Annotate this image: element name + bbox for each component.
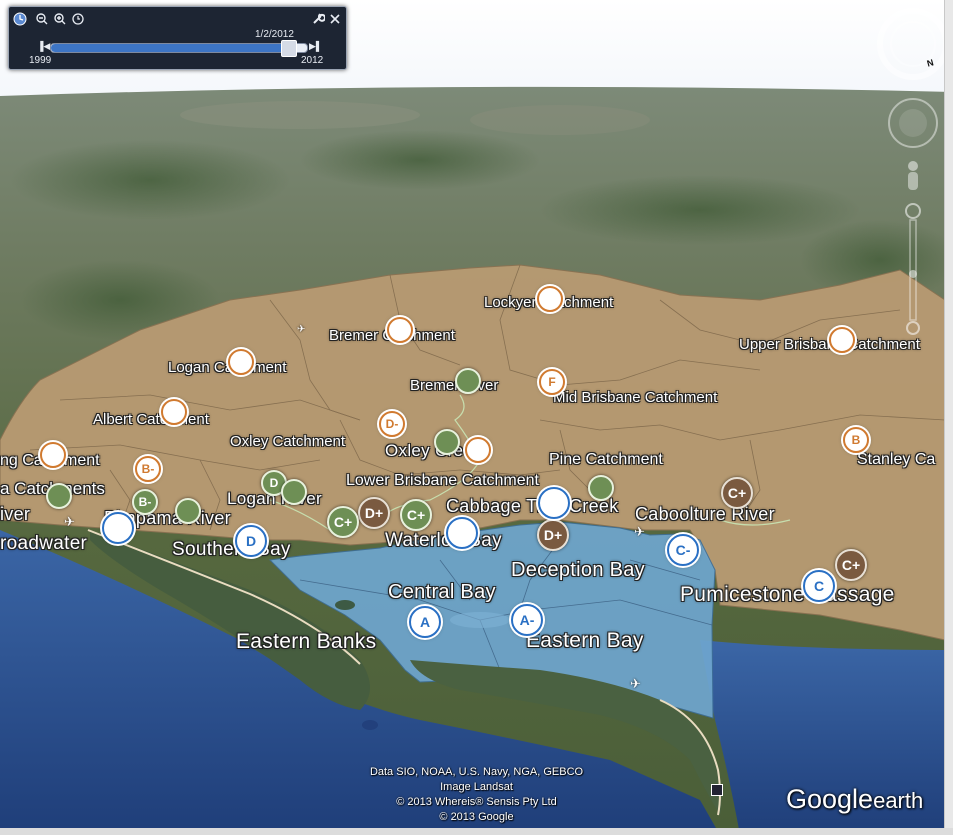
attribution-line: Data SIO, NOAA, U.S. Navy, NGA, GEBCO: [369, 766, 584, 778]
sandbank: [450, 612, 510, 628]
bottom-edge: [0, 828, 953, 835]
grade-marker[interactable]: A-: [511, 604, 543, 636]
grade-marker[interactable]: [228, 349, 254, 375]
grade-marker[interactable]: [434, 429, 460, 455]
grade-marker[interactable]: C: [803, 570, 835, 602]
grade-marker[interactable]: A: [409, 606, 441, 638]
grade-marker[interactable]: B-: [132, 489, 158, 515]
label-central-bay[interactable]: Central Bay: [388, 582, 496, 602]
logo-word-earth: earth: [873, 788, 924, 813]
grade-marker[interactable]: [588, 475, 614, 501]
label-pumicestone-passage[interactable]: Pumicestone Passage: [680, 584, 895, 605]
grade-marker[interactable]: [537, 286, 563, 312]
zoom-slider[interactable]: [905, 203, 921, 335]
grade-marker[interactable]: [465, 437, 491, 463]
grade-marker[interactable]: [829, 327, 855, 353]
vertical-scrollbar[interactable]: [944, 0, 953, 835]
label-eastern-bay[interactable]: Eastern Bay: [526, 630, 644, 651]
grade-marker[interactable]: D-: [379, 411, 405, 437]
label-lower-brisbane[interactable]: Lower Brisbane Catchment: [346, 473, 539, 489]
zoom-out-icon[interactable]: [35, 12, 49, 26]
grade-marker[interactable]: D+: [537, 519, 569, 551]
grade-marker[interactable]: B-: [135, 456, 161, 482]
airport-icon: ✈: [64, 514, 75, 529]
label-deception-bay[interactable]: Deception Bay: [511, 560, 645, 580]
label-waterloo-bay[interactable]: Waterloo Bay: [385, 531, 502, 550]
logo-word-google: Google: [786, 784, 874, 814]
time-slider-fill: [51, 44, 290, 52]
time-slider-track[interactable]: [50, 40, 308, 57]
scale-square-icon: [711, 784, 723, 796]
grade-marker[interactable]: [446, 517, 478, 549]
grade-marker[interactable]: C+: [327, 506, 359, 538]
label-oxley-catchment[interactable]: Oxley Catchment: [230, 434, 345, 449]
grade-marker[interactable]: F: [539, 369, 565, 395]
shoal: [362, 720, 378, 730]
grade-marker[interactable]: C+: [400, 499, 432, 531]
grade-marker[interactable]: [175, 498, 201, 524]
time-slider-thumb[interactable]: [281, 40, 298, 57]
grade-marker[interactable]: D+: [358, 497, 390, 529]
airport-icon: ✈: [630, 676, 641, 691]
airport-icon: ✈: [297, 324, 306, 335]
step-forward-icon[interactable]: ▶▌: [309, 41, 322, 52]
zoom-in-icon[interactable]: [53, 12, 67, 26]
grade-marker[interactable]: C-: [667, 534, 699, 566]
grade-marker[interactable]: B: [843, 427, 869, 453]
grade-marker[interactable]: [102, 512, 134, 544]
label-cabbage-tree-creek[interactable]: Cabbage Tree Creek: [446, 497, 619, 515]
time-slider-start: 1999: [29, 55, 52, 66]
map-viewport[interactable]: Lockyer Catchment Bremer Catchment Upper…: [0, 0, 953, 835]
label-stanley[interactable]: Stanley Ca: [857, 452, 935, 468]
time-slider-end: 2012: [301, 55, 324, 66]
time-slider-current-date: 1/2/2012: [255, 29, 294, 40]
wrench-icon[interactable]: [311, 12, 326, 26]
label-southern-bay[interactable]: Southern Bay: [172, 540, 291, 559]
grade-marker[interactable]: C+: [721, 477, 753, 509]
step-back-icon[interactable]: ▐◀: [37, 41, 50, 52]
grade-marker[interactable]: [46, 483, 72, 509]
islet: [335, 600, 355, 610]
settings-clock-icon[interactable]: [71, 12, 85, 26]
grade-marker[interactable]: [538, 487, 570, 519]
grade-marker[interactable]: [40, 442, 66, 468]
grade-marker[interactable]: [161, 399, 187, 425]
label-caboolture-river[interactable]: Caboolture River: [635, 505, 775, 523]
grade-marker[interactable]: D: [235, 525, 267, 557]
label-pine-catchment[interactable]: Pine Catchment: [549, 452, 663, 468]
grade-marker[interactable]: [387, 317, 413, 343]
label-eastern-banks[interactable]: Eastern Banks: [236, 631, 376, 652]
close-icon[interactable]: [328, 12, 342, 26]
navigation-controls: N: [877, 6, 953, 336]
google-earth-logo: Googleearth: [786, 784, 923, 815]
compass-ring[interactable]: [877, 8, 949, 80]
street-view-pegman-icon[interactable]: [908, 161, 918, 190]
label-albert-catchment[interactable]: Albert Catchment: [93, 412, 209, 427]
label-mid-brisbane[interactable]: Mid Brisbane Catchment: [553, 390, 717, 405]
airport-icon: ✈: [634, 524, 645, 539]
grade-marker[interactable]: [281, 479, 307, 505]
label-roadwater[interactable]: roadwater: [0, 534, 87, 553]
grade-marker[interactable]: C+: [835, 549, 867, 581]
grade-marker[interactable]: [455, 368, 481, 394]
clock-icon[interactable]: [13, 12, 27, 26]
look-joystick[interactable]: [888, 98, 938, 148]
time-slider-panel: 1/2/2012 ▐◀ ▶▌ 1999 2012: [8, 6, 347, 70]
label-iver[interactable]: iver: [0, 505, 30, 523]
